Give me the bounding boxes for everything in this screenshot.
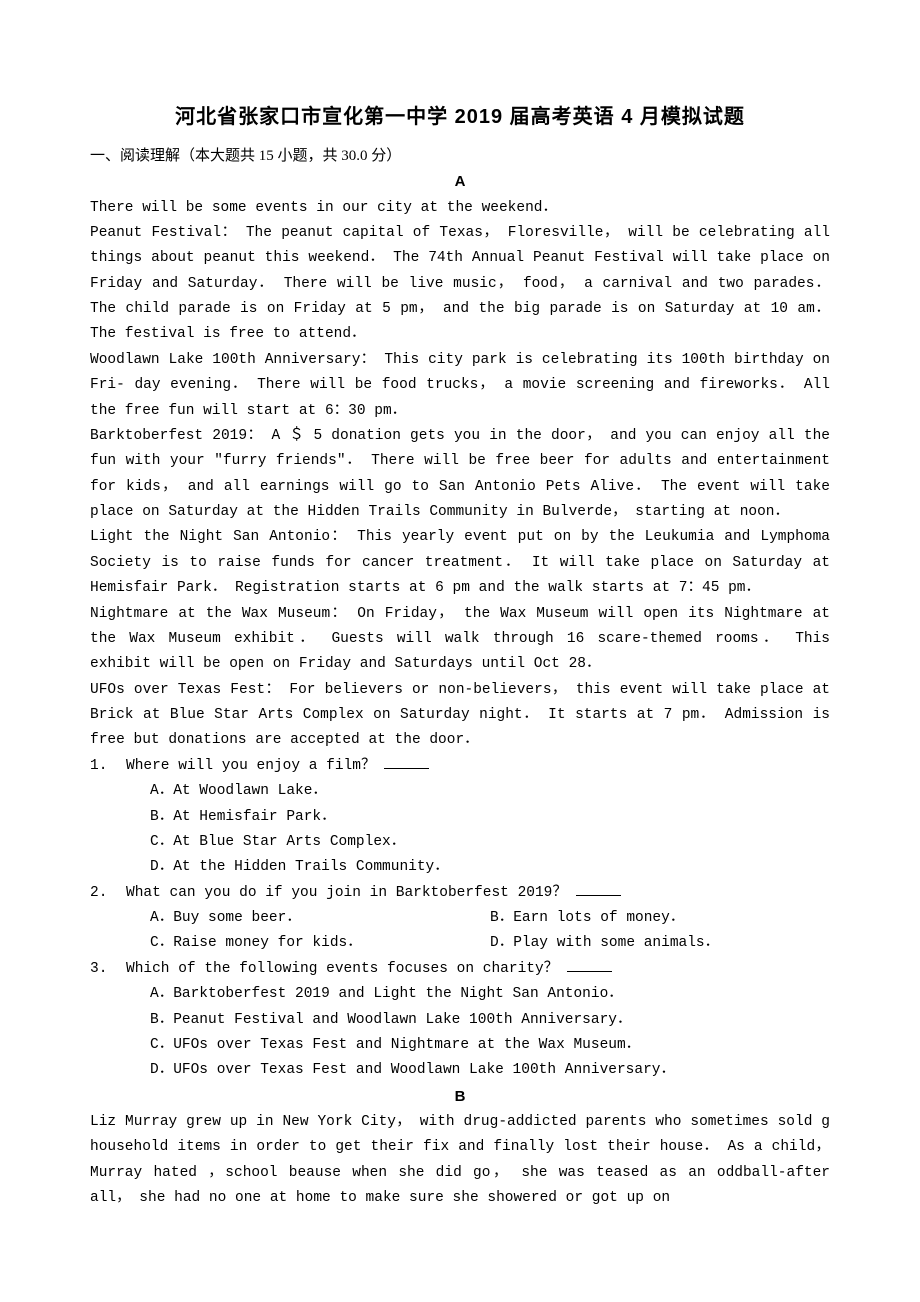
paragraph: Light the Night San Antonio： This yearly… — [90, 525, 830, 601]
option-b: B．Earn lots of money． — [490, 906, 830, 931]
question-stem: Where will you enjoy a film？ — [126, 754, 830, 779]
paragraph: Peanut Festival： The peanut capital of T… — [90, 221, 830, 348]
paragraph: Nightmare at the Wax Museum： On Friday， … — [90, 602, 830, 678]
option-c: C．Raise money for kids． — [150, 931, 490, 956]
question-body: Which of the following events focuses on… — [126, 957, 830, 1084]
options: A．Buy some beer． B．Earn lots of money． C… — [126, 906, 830, 957]
question-number: 3. — [90, 957, 126, 1084]
passage-a-label: A — [90, 169, 830, 195]
option-d: D．UFOs over Texas Fest and Woodlawn Lake… — [150, 1058, 830, 1083]
page-content: 河北省张家口市宣化第一中学 2019 届高考英语 4 月模拟试题 一、阅读理解（… — [0, 0, 920, 1271]
passage-b-label: B — [90, 1084, 830, 1110]
fill-blank — [576, 895, 621, 896]
fill-blank — [384, 768, 429, 769]
paragraph: There will be some events in our city at… — [90, 196, 830, 221]
option-c: C．At Blue Star Arts Complex． — [150, 830, 830, 855]
fill-blank — [567, 971, 612, 972]
question-number: 2. — [90, 881, 126, 957]
option-b: B．Peanut Festival and Woodlawn Lake 100t… — [150, 1008, 830, 1033]
passage-b: Liz Murray grew up in New York City， wit… — [90, 1110, 830, 1212]
passage-a: There will be some events in our city at… — [90, 196, 830, 754]
paragraph: Barktoberfest 2019： A ＄ 5 donation gets … — [90, 424, 830, 526]
question-stem: What can you do if you join in Barktober… — [126, 881, 830, 906]
section-instruction: 一、阅读理解（本大题共 15 小题，共 30.0 分） — [90, 143, 830, 169]
options: A．At Woodlawn Lake． B．At Hemisfair Park．… — [126, 779, 830, 881]
paragraph: UFOs over Texas Fest： For believers or n… — [90, 678, 830, 754]
paragraph: Liz Murray grew up in New York City， wit… — [90, 1110, 830, 1212]
document-title: 河北省张家口市宣化第一中学 2019 届高考英语 4 月模拟试题 — [90, 100, 830, 135]
option-a: A．Buy some beer． — [150, 906, 490, 931]
option-c: C．UFOs over Texas Fest and Nightmare at … — [150, 1033, 830, 1058]
question-number: 1. — [90, 754, 126, 881]
question-3: 3. Which of the following events focuses… — [90, 957, 830, 1084]
options: A．Barktoberfest 2019 and Light the Night… — [126, 982, 830, 1084]
option-a: A．At Woodlawn Lake． — [150, 779, 830, 804]
option-b: B．At Hemisfair Park． — [150, 805, 830, 830]
question-body: Where will you enjoy a film？ A．At Woodla… — [126, 754, 830, 881]
question-1: 1. Where will you enjoy a film？ A．At Woo… — [90, 754, 830, 881]
question-stem: Which of the following events focuses on… — [126, 957, 830, 982]
option-d: D．Play with some animals． — [490, 931, 830, 956]
option-d: D．At the Hidden Trails Community． — [150, 855, 830, 880]
option-a: A．Barktoberfest 2019 and Light the Night… — [150, 982, 830, 1007]
paragraph: Woodlawn Lake 100th Anniversary： This ci… — [90, 348, 830, 424]
question-body: What can you do if you join in Barktober… — [126, 881, 830, 957]
question-2: 2. What can you do if you join in Barkto… — [90, 881, 830, 957]
